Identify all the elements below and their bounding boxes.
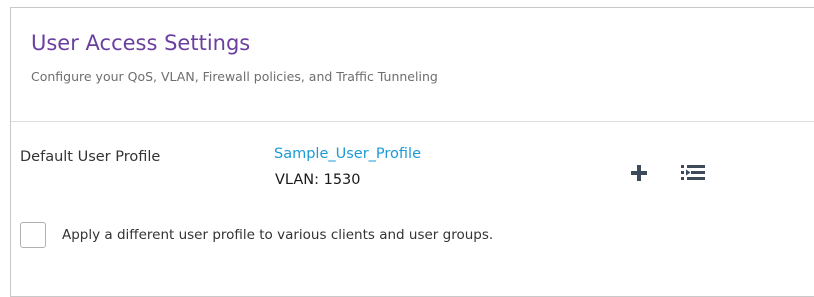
section-header: User Access Settings Configure your QoS,… bbox=[11, 8, 814, 122]
profile-vlan-value: VLAN: 1530 bbox=[275, 172, 361, 188]
default-user-profile-label: Default User Profile bbox=[20, 149, 161, 165]
section-title: User Access Settings bbox=[31, 31, 251, 55]
add-user-profile-button[interactable] bbox=[626, 160, 652, 186]
playlist-icon bbox=[681, 165, 705, 180]
apply-different-profile-checkbox[interactable] bbox=[20, 222, 46, 248]
plus-icon bbox=[631, 165, 647, 181]
user-profile-link[interactable]: Sample_User_Profile bbox=[274, 146, 421, 162]
select-user-profile-button[interactable] bbox=[680, 159, 706, 185]
apply-different-profile-label: Apply a different user profile to variou… bbox=[62, 227, 494, 243]
section-subtitle: Configure your QoS, VLAN, Firewall polic… bbox=[31, 69, 438, 84]
